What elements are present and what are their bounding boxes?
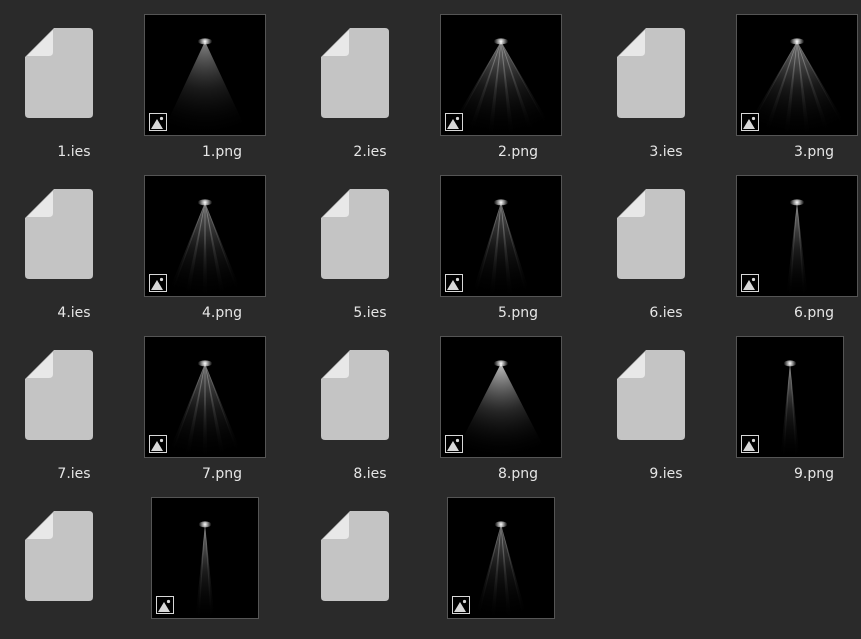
image-thumbnail [151,497,259,619]
document-icon [321,189,389,279]
file-item-ies[interactable]: 4.ies [0,161,148,321]
document-icon [617,189,685,279]
image-thumbnail [736,14,858,136]
document-icon [25,189,93,279]
image-thumbnail [440,14,562,136]
file-item-ies[interactable]: 5.ies [296,161,444,321]
image-thumbnail [440,336,562,458]
image-badge-icon [445,274,463,292]
file-item-png[interactable]: 2.png [440,0,592,160]
document-icon [617,28,685,118]
file-item-png[interactable]: 4.png [144,161,296,321]
file-item-png[interactable]: 6.png [736,161,861,321]
file-item-ies[interactable]: 6.ies [592,161,740,321]
file-name: 5.ies [353,305,387,321]
file-item-ies[interactable]: 2.ies [296,0,444,160]
file-item-png[interactable]: 5.png [440,161,592,321]
file-name: 3.ies [649,144,683,160]
file-name: 6.png [793,305,834,321]
image-badge-icon [445,435,463,453]
image-thumbnail [736,336,844,458]
file-name: 1.ies [57,144,91,160]
file-item-ies[interactable] [0,483,148,639]
file-name: 3.png [793,144,834,160]
image-badge-icon [149,435,167,453]
document-icon [25,511,93,601]
file-grid: 1.ies 1.png 2.ies 2.png 3.ies 3.png 4.ies 4.png… [0,0,861,628]
image-badge-icon [452,596,470,614]
image-thumbnail [736,175,858,297]
image-badge-icon [156,596,174,614]
file-name: 7.png [201,466,242,482]
document-icon [321,511,389,601]
image-badge-icon [741,113,759,131]
document-icon [321,350,389,440]
image-badge-icon [741,274,759,292]
file-item-png[interactable]: 8.png [440,322,592,482]
document-icon [25,350,93,440]
image-thumbnail [144,175,266,297]
image-badge-icon [445,113,463,131]
file-item-ies[interactable]: 8.ies [296,322,444,482]
file-name: 2.ies [353,144,387,160]
image-badge-icon [149,113,167,131]
file-item-ies[interactable]: 9.ies [592,322,740,482]
file-item-ies[interactable]: 3.ies [592,0,740,160]
file-item-png[interactable] [444,483,592,639]
file-item-ies[interactable] [296,483,444,639]
file-name: 8.ies [353,466,387,482]
image-badge-icon [149,274,167,292]
document-icon [321,28,389,118]
file-name: 9.ies [649,466,683,482]
file-name: 1.png [201,144,242,160]
image-thumbnail [440,175,562,297]
image-thumbnail [447,497,555,619]
file-name: 4.png [201,305,242,321]
document-icon [617,350,685,440]
file-item-png[interactable]: 7.png [144,322,296,482]
file-name: 7.ies [57,466,91,482]
file-item-png[interactable] [148,483,296,639]
file-item-png[interactable]: 3.png [736,0,861,160]
file-name: 8.png [497,466,538,482]
file-name: 2.png [497,144,538,160]
image-thumbnail [144,336,266,458]
file-item-ies[interactable]: 7.ies [0,322,148,482]
file-item-png[interactable]: 1.png [144,0,296,160]
file-name: 9.png [793,466,834,482]
file-name: 6.ies [649,305,683,321]
file-name: 4.ies [57,305,91,321]
image-badge-icon [741,435,759,453]
file-name: 5.png [497,305,538,321]
file-item-ies[interactable]: 1.ies [0,0,148,160]
image-thumbnail [144,14,266,136]
file-item-png[interactable]: 9.png [736,322,861,482]
document-icon [25,28,93,118]
